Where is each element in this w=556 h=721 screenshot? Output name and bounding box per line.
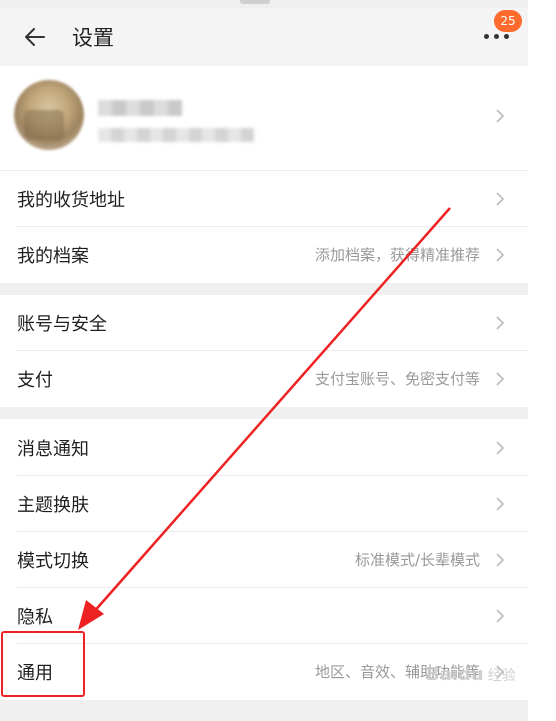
settings-row-mode-switch[interactable]: 模式切换 标准模式/长辈模式 [0, 532, 528, 588]
row-label: 账号与安全 [17, 314, 107, 335]
row-hint: 标准模式/长辈模式 [354, 551, 480, 569]
user-id-blurred [98, 128, 254, 142]
arrow-left-icon[interactable] [22, 24, 48, 50]
status-indicator [240, 0, 270, 4]
watermark-sub: 经验 [487, 668, 516, 684]
section-gap [0, 407, 528, 419]
settings-row-address[interactable]: 我的收货地址 [0, 171, 528, 227]
chevron-right-icon [496, 316, 505, 330]
row-label: 消息通知 [17, 439, 89, 460]
username-blurred [98, 100, 182, 116]
row-label: 隐私 [17, 607, 53, 628]
settings-row-profile-file[interactable]: 我的档案 添加档案，获得精准推荐 [0, 227, 528, 283]
watermark-text: Baidu [426, 664, 484, 685]
chevron-right-icon [496, 192, 505, 206]
top-bar: 设置 25 [0, 8, 528, 66]
row-hint: 支付宝账号、免密支付等 [314, 370, 480, 388]
bottom-gap [0, 700, 528, 721]
section-gap [0, 283, 528, 295]
row-label: 模式切换 [17, 551, 89, 572]
settings-row-account-security[interactable]: 账号与安全 [0, 295, 528, 351]
settings-row-theme[interactable]: 主题换肤 [0, 476, 528, 532]
baidu-watermark: Baidu 经验 [426, 664, 516, 685]
chevron-right-icon [496, 609, 505, 623]
settings-row-payment[interactable]: 支付 支付宝账号、免密支付等 [0, 351, 528, 407]
avatar [14, 80, 84, 150]
more-horizontal-icon[interactable] [484, 34, 512, 42]
row-label: 支付 [17, 370, 53, 391]
row-label: 通用 [17, 663, 53, 684]
notification-badge: 25 [494, 10, 522, 32]
chevron-right-icon [496, 372, 505, 386]
chevron-right-icon [496, 248, 505, 262]
row-label: 我的收货地址 [17, 190, 125, 211]
row-label: 我的档案 [17, 246, 89, 267]
profile-card[interactable] [0, 66, 528, 171]
settings-row-notifications[interactable]: 消息通知 [0, 420, 528, 476]
chevron-right-icon [496, 497, 505, 511]
chevron-right-icon [496, 109, 505, 123]
status-bar [0, 0, 556, 8]
right-margin [528, 0, 556, 721]
row-hint: 添加档案，获得精准推荐 [314, 246, 480, 264]
settings-row-privacy[interactable]: 隐私 [0, 588, 528, 644]
chevron-right-icon [496, 441, 505, 455]
chevron-right-icon [496, 553, 505, 567]
row-label: 主题换肤 [17, 495, 89, 516]
page-title: 设置 [72, 26, 114, 50]
